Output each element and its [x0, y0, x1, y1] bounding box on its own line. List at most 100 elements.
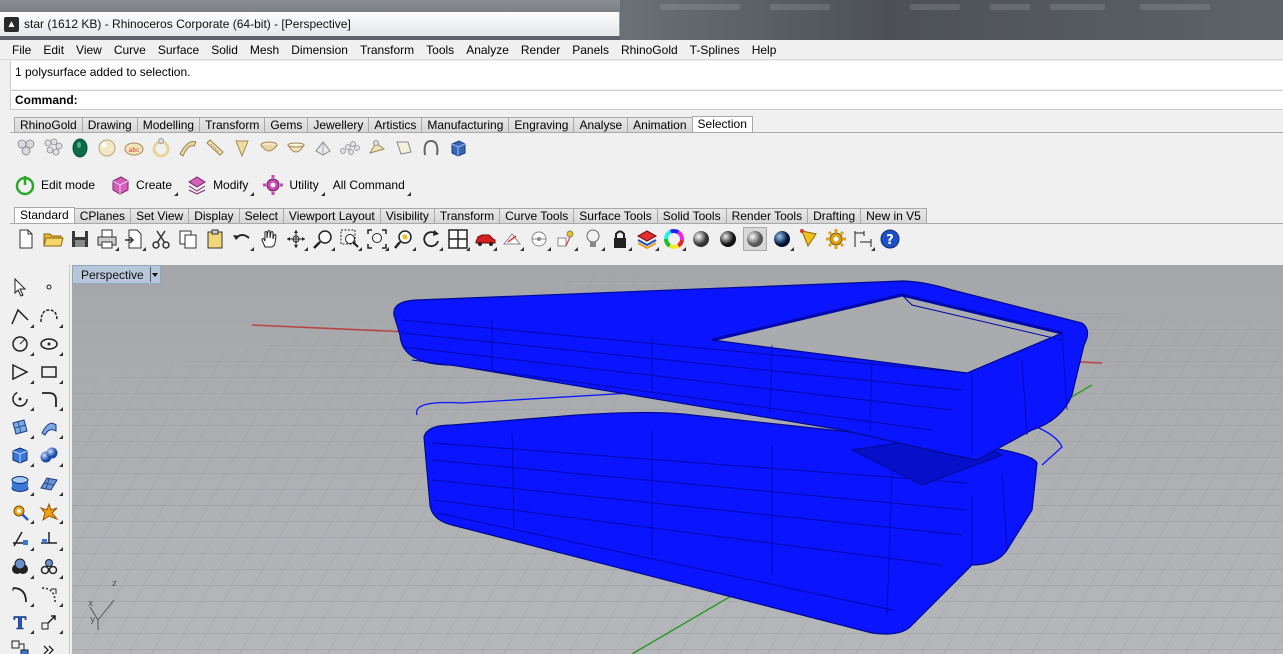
edit-mode-button[interactable]: Edit mode: [10, 172, 99, 198]
menu-surface[interactable]: Surface: [152, 41, 205, 59]
undo-icon[interactable]: [230, 227, 254, 251]
shank-icon[interactable]: [176, 136, 200, 160]
tab-artistics[interactable]: Artistics: [368, 117, 423, 132]
gem-pave-icon[interactable]: [41, 136, 65, 160]
sphere-shaded-icon[interactable]: [689, 227, 713, 251]
tab-animation[interactable]: Animation: [627, 117, 693, 132]
perspective-viewport[interactable]: Perspective z x y: [72, 265, 1283, 654]
grid-snap-icon[interactable]: [8, 637, 32, 654]
tab-select[interactable]: Select: [238, 208, 284, 223]
save-icon[interactable]: [68, 227, 92, 251]
modify-button[interactable]: Modify: [182, 172, 255, 198]
menu-solid[interactable]: Solid: [205, 41, 244, 59]
cutter-icon[interactable]: [392, 136, 416, 160]
band-icon[interactable]: [203, 136, 227, 160]
more-icon[interactable]: [37, 637, 61, 654]
cone-icon[interactable]: [257, 136, 281, 160]
zoom-icon[interactable]: [311, 227, 335, 251]
layer-icon[interactable]: [635, 227, 659, 251]
menu-tsplines[interactable]: T-Splines: [684, 41, 746, 59]
tab-solid-tools[interactable]: Solid Tools: [656, 208, 727, 223]
transform-gear-icon[interactable]: [8, 500, 34, 524]
tab-transform-std[interactable]: Transform: [433, 208, 501, 223]
light-icon[interactable]: [581, 227, 605, 251]
zoom-extents-icon[interactable]: [365, 227, 389, 251]
sphere-blue-icon[interactable]: [770, 227, 794, 251]
split-icon[interactable]: [37, 527, 63, 551]
surface-icon[interactable]: [8, 415, 34, 439]
menu-transform[interactable]: Transform: [354, 41, 420, 59]
arc-icon[interactable]: [8, 387, 34, 411]
bead-icon[interactable]: [365, 136, 389, 160]
tab-analyse[interactable]: Analyse: [573, 117, 629, 132]
create-button[interactable]: Create: [105, 172, 179, 198]
prong-icon[interactable]: [230, 136, 254, 160]
menu-render[interactable]: Render: [515, 41, 566, 59]
ellipse-icon[interactable]: [37, 332, 63, 356]
gem-cluster-icon[interactable]: [14, 136, 38, 160]
menu-panels[interactable]: Panels: [566, 41, 615, 59]
bowl-icon[interactable]: [284, 136, 308, 160]
viewport-title-tab[interactable]: Perspective: [72, 265, 161, 284]
menu-analyze[interactable]: Analyze: [460, 41, 515, 59]
cplane-icon[interactable]: [527, 227, 551, 251]
car-icon[interactable]: [473, 227, 497, 251]
rhino-app-icon[interactable]: ▲: [4, 16, 19, 32]
sphere-rendered-icon[interactable]: [716, 227, 740, 251]
chevron-down-icon[interactable]: [149, 267, 160, 282]
mesh-plane-icon[interactable]: [37, 472, 63, 496]
menu-mesh[interactable]: Mesh: [244, 41, 285, 59]
command-input[interactable]: [81, 92, 1283, 108]
cut-icon[interactable]: [149, 227, 173, 251]
sphere-icon[interactable]: [37, 443, 63, 467]
loop-icon[interactable]: [419, 136, 443, 160]
rectangle-icon[interactable]: [37, 360, 63, 384]
group-icon[interactable]: [37, 555, 63, 579]
tab-viewport-layout[interactable]: Viewport Layout: [282, 208, 381, 223]
menu-edit[interactable]: Edit: [37, 41, 70, 59]
tab-set-view[interactable]: Set View: [130, 208, 190, 223]
help-icon[interactable]: ?: [878, 227, 902, 251]
menu-dimension[interactable]: Dimension: [285, 41, 354, 59]
green-gem-icon[interactable]: [68, 136, 92, 160]
cube-select-icon[interactable]: [446, 136, 470, 160]
text-icon[interactable]: T: [8, 610, 34, 634]
color-wheel-icon[interactable]: [662, 227, 686, 251]
tab-curve-tools[interactable]: Curve Tools: [499, 208, 575, 223]
menu-file[interactable]: File: [6, 41, 37, 59]
trim-icon[interactable]: [8, 527, 34, 551]
tab-drafting[interactable]: Drafting: [807, 208, 862, 223]
new-file-icon[interactable]: [14, 227, 38, 251]
pearl-icon[interactable]: [95, 136, 119, 160]
all-command-button[interactable]: All Command: [329, 172, 411, 198]
rotate-camera-icon[interactable]: [419, 227, 443, 251]
explode-icon[interactable]: [37, 500, 63, 524]
menu-curve[interactable]: Curve: [108, 41, 152, 59]
boolean-icon[interactable]: [8, 555, 34, 579]
points-icon[interactable]: [554, 227, 578, 251]
circle-icon[interactable]: [8, 332, 34, 356]
tab-visibility[interactable]: Visibility: [379, 208, 435, 223]
chamfer-icon[interactable]: [37, 583, 63, 607]
tab-display[interactable]: Display: [188, 208, 240, 223]
print-icon[interactable]: [95, 227, 119, 251]
rotate-view-icon[interactable]: [284, 227, 308, 251]
fillet-icon[interactable]: [8, 583, 34, 607]
fillet-curve-icon[interactable]: [37, 387, 63, 411]
lock-icon[interactable]: [608, 227, 632, 251]
snap-icon[interactable]: [37, 610, 63, 634]
menu-rhinogold[interactable]: RhinoGold: [615, 41, 684, 59]
menu-help[interactable]: Help: [746, 41, 783, 59]
curve-icon[interactable]: [37, 304, 63, 328]
polyline-icon[interactable]: [8, 304, 34, 328]
tab-modelling[interactable]: Modelling: [136, 117, 201, 132]
select-arrow-icon[interactable]: [8, 275, 32, 299]
tab-standard[interactable]: Standard: [14, 207, 75, 223]
tab-new-in-v5[interactable]: New in V5: [860, 208, 927, 223]
open-folder-icon[interactable]: [41, 227, 65, 251]
point-icon[interactable]: [37, 275, 61, 299]
paste-icon[interactable]: [203, 227, 227, 251]
tab-surface-tools[interactable]: Surface Tools: [573, 208, 658, 223]
copy-icon[interactable]: [176, 227, 200, 251]
shade-icon[interactable]: [500, 227, 524, 251]
